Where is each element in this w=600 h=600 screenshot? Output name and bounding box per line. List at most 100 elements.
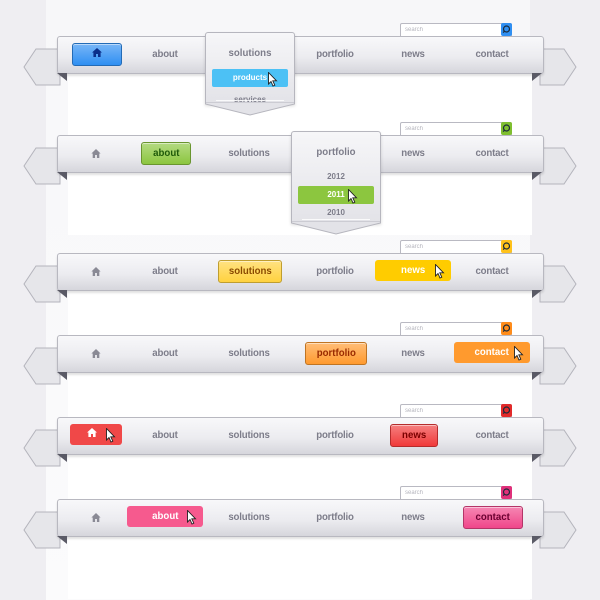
- left-arrow-tab[interactable]: [22, 147, 62, 185]
- home-icon: [91, 136, 101, 172]
- search-input[interactable]: [405, 123, 495, 135]
- nav-item-about[interactable]: about: [133, 36, 197, 72]
- search-icon: [502, 406, 511, 414]
- nav-item-about[interactable]: about: [133, 253, 197, 289]
- nav-item-solutions[interactable]: solutions: [217, 417, 281, 453]
- fold-shadow-left: [57, 536, 67, 544]
- search-box: [400, 240, 512, 253]
- nav-item-about[interactable]: about: [133, 417, 197, 453]
- fold-shadow-left: [57, 290, 67, 298]
- mouse-cursor-icon: [514, 345, 524, 361]
- fold-shadow-right: [532, 372, 542, 380]
- nav-item-solutions[interactable]: solutions: [217, 499, 281, 535]
- navbar-pink: about solutions portfolio news contact: [0, 486, 600, 599]
- right-arrow-tab[interactable]: [538, 429, 578, 467]
- dropdown-item-label: products: [232, 73, 268, 82]
- mouse-cursor-icon: [106, 427, 116, 443]
- nav-item-home[interactable]: [70, 424, 122, 445]
- left-arrow-tab[interactable]: [22, 265, 62, 303]
- nav-item-news[interactable]: news: [390, 424, 438, 447]
- nav-item-label: news: [400, 264, 426, 276]
- right-arrow-tab[interactable]: [538, 511, 578, 549]
- nav-item-label: about: [151, 510, 179, 522]
- nav-item-home[interactable]: [72, 43, 122, 66]
- search-input[interactable]: [405, 241, 495, 253]
- fold-shadow-right: [532, 536, 542, 544]
- left-arrow-tab[interactable]: [22, 48, 62, 86]
- search-button[interactable]: [501, 404, 512, 417]
- nav-item-portfolio[interactable]: portfolio: [303, 36, 367, 72]
- dropdown-item-2012[interactable]: 2012: [292, 168, 380, 186]
- nav-item-portfolio[interactable]: portfolio: [305, 342, 367, 365]
- right-arrow-tab[interactable]: [538, 48, 578, 86]
- nav-item-about[interactable]: about: [133, 335, 197, 371]
- nav-item-portfolio[interactable]: portfolio: [303, 253, 367, 289]
- nav-item-contact[interactable]: contact: [460, 36, 524, 72]
- nav-item-home[interactable]: [64, 253, 128, 289]
- nav-item-news[interactable]: news: [375, 260, 451, 281]
- home-icon: [91, 336, 101, 372]
- mouse-cursor-icon: [435, 263, 445, 279]
- search-input[interactable]: [405, 323, 495, 335]
- navbar-green: about solutions portfolio2012 2011 2010 newsc…: [0, 122, 600, 235]
- search-icon: [502, 124, 511, 132]
- nav-item-home[interactable]: [64, 335, 128, 371]
- left-arrow-tab[interactable]: [22, 347, 62, 385]
- dropdown-item-2011[interactable]: 2011: [298, 186, 374, 204]
- nav-item-about[interactable]: about: [127, 506, 203, 527]
- search-button[interactable]: [501, 486, 512, 499]
- nav-item-about[interactable]: about: [141, 142, 191, 165]
- dropdown-item-products[interactable]: products: [212, 69, 288, 87]
- left-arrow-tab[interactable]: [22, 429, 62, 467]
- search-button[interactable]: [501, 122, 512, 135]
- search-button[interactable]: [501, 240, 512, 253]
- search-input[interactable]: [405, 405, 495, 417]
- nav-item-solutions[interactable]: solutions: [210, 33, 291, 73]
- mouse-cursor-icon: [187, 509, 197, 525]
- nav-item-contact[interactable]: contact: [460, 135, 524, 171]
- search-icon: [502, 242, 511, 250]
- nav-item-portfolio[interactable]: portfolio: [296, 132, 377, 172]
- nav-item-home[interactable]: [64, 135, 128, 171]
- right-arrow-tab[interactable]: [538, 265, 578, 303]
- nav-item-solutions[interactable]: solutions: [218, 260, 282, 283]
- nav-item-contact[interactable]: contact: [463, 506, 523, 529]
- dropdown-pointer: [291, 220, 381, 235]
- fold-shadow-right: [532, 172, 542, 180]
- right-arrow-tab[interactable]: [538, 147, 578, 185]
- dropdown-solutions: solutionsproductsservices: [205, 32, 295, 116]
- left-arrow-tab[interactable]: [22, 511, 62, 549]
- fold-shadow-left: [57, 73, 67, 81]
- nav-item-news[interactable]: news: [381, 499, 445, 535]
- nav-item-label: solutions: [228, 265, 272, 277]
- nav-item-label: portfolio: [316, 347, 356, 359]
- search-button[interactable]: [501, 322, 512, 335]
- nav-item-contact[interactable]: contact: [454, 342, 530, 363]
- home-icon: [92, 44, 102, 65]
- search-box: [400, 23, 512, 36]
- mouse-cursor-icon: [348, 188, 358, 204]
- dropdown-item-label: 2011: [327, 190, 345, 199]
- nav-item-portfolio[interactable]: portfolio: [303, 499, 367, 535]
- mouse-cursor-icon: [268, 71, 278, 87]
- nav-item-news[interactable]: news: [381, 135, 445, 171]
- nav-item-contact[interactable]: contact: [460, 253, 524, 289]
- nav-item-news[interactable]: news: [381, 36, 445, 72]
- fold-shadow-left: [57, 454, 67, 462]
- right-arrow-tab[interactable]: [538, 347, 578, 385]
- search-button[interactable]: [501, 23, 512, 36]
- navbar-blue: aboutsolutionsproductsservicesportfolio n…: [0, 23, 600, 136]
- search-input[interactable]: [405, 24, 495, 36]
- search-box: [400, 404, 512, 417]
- search-icon: [502, 25, 511, 33]
- search-input[interactable]: [405, 487, 495, 499]
- fold-shadow-right: [532, 73, 542, 81]
- nav-item-home[interactable]: [64, 499, 128, 535]
- search-icon: [502, 324, 511, 332]
- nav-item-news[interactable]: news: [381, 335, 445, 371]
- nav-item-contact[interactable]: contact: [460, 417, 524, 453]
- nav-item-solutions[interactable]: solutions: [217, 135, 281, 171]
- home-icon: [91, 254, 101, 290]
- nav-item-portfolio[interactable]: portfolio: [303, 417, 367, 453]
- nav-item-solutions[interactable]: solutions: [217, 335, 281, 371]
